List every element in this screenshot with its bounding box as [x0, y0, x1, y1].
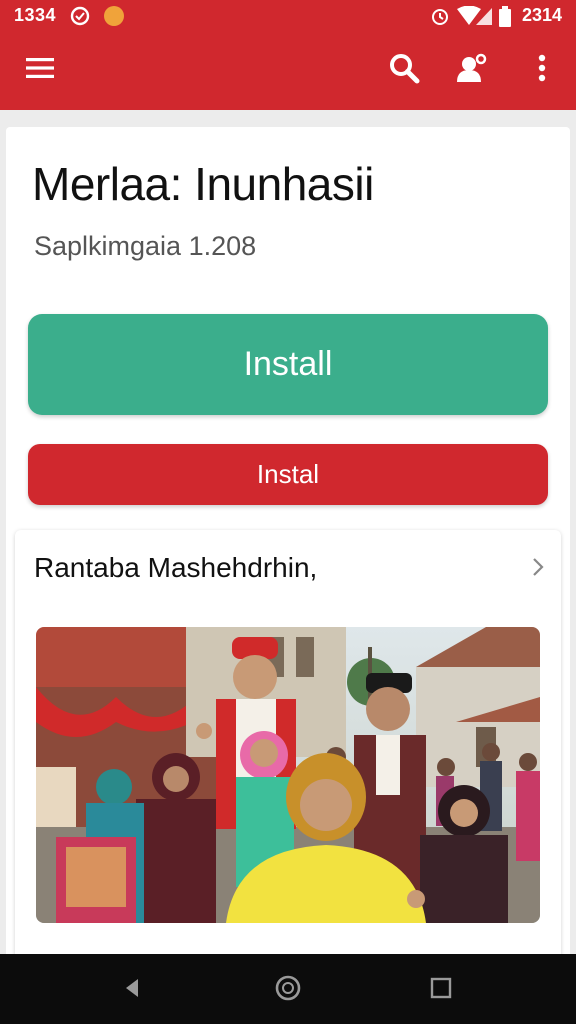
search-icon — [388, 52, 420, 89]
install-button[interactable]: Install — [28, 314, 548, 415]
system-nav-bar — [0, 954, 576, 1024]
app-detail-card: Merlaa: Inunhasii Saplkimgaia 1.208 Inst… — [6, 127, 570, 967]
back-button[interactable] — [110, 968, 154, 1012]
recents-icon — [430, 977, 452, 1004]
status-bar: 1334 2314 — [0, 0, 576, 32]
street-crowd-photo[interactable] — [36, 627, 540, 923]
account-icon — [454, 52, 488, 89]
app-bar: 1334 2314 — [0, 0, 576, 110]
toolbar — [0, 32, 576, 110]
menu-icon — [26, 57, 54, 84]
signal-icon — [474, 6, 494, 26]
chevron-right-icon — [531, 556, 545, 583]
status-time-right: 2314 — [522, 5, 563, 25]
section-header[interactable]: Rantaba Mashehdrhin, — [15, 530, 561, 610]
phone-screen: 1334 2314 Merlaa: Inunhasii Saplkimgaia … — [0, 0, 576, 1024]
install-secondary-button[interactable]: Instal — [28, 444, 548, 505]
home-button[interactable] — [266, 968, 310, 1012]
recents-button[interactable] — [419, 968, 463, 1012]
search-button[interactable] — [378, 44, 430, 96]
battery-icon — [498, 6, 512, 27]
alarm-icon — [430, 6, 450, 26]
more-vert-icon — [538, 54, 546, 87]
account-button[interactable] — [445, 44, 497, 96]
status-time: 1334 — [14, 5, 57, 25]
menu-button[interactable] — [14, 44, 66, 96]
home-icon — [274, 974, 302, 1007]
section-title: Rantaba Mashehdrhin, — [34, 552, 318, 583]
app-title: Merlaa: Inunhasii — [32, 158, 374, 210]
back-icon — [122, 977, 142, 1004]
gallery-section: Rantaba Mashehdrhin, — [15, 530, 561, 967]
notification-dot-icon — [104, 6, 124, 26]
app-subtitle: Saplkimgaia 1.208 — [34, 231, 257, 261]
whatsapp-icon — [70, 6, 90, 26]
more-options-button[interactable] — [516, 44, 568, 96]
